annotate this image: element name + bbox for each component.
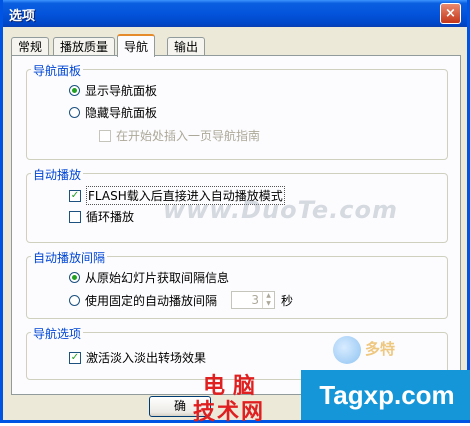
group-legend: 自动播放间隔	[31, 249, 108, 266]
radio-label: 隐藏导航面板	[85, 106, 158, 120]
stepper-value: 3	[251, 293, 260, 307]
radio-unselected-icon	[69, 294, 80, 306]
radio-show-nav-panel[interactable]: 显示导航面板	[69, 82, 157, 99]
group-autoplay-interval: 自动播放间隔 从原始幻灯片获取间隔信息 使用固定的自动播放间隔 3 ▲ ▼ 秒	[26, 249, 448, 319]
radio-hide-nav-panel[interactable]: 隐藏导航面板	[69, 104, 157, 121]
window-title: 选项	[9, 9, 36, 24]
radio-selected-icon	[69, 272, 80, 283]
duote-logo-text: 多特	[365, 340, 396, 358]
radio-selected-icon	[69, 85, 80, 96]
radio-interval-from-original[interactable]: 从原始幻灯片获取间隔信息	[69, 269, 229, 286]
radio-label: 从原始幻灯片获取间隔信息	[85, 271, 230, 285]
tab-output[interactable]: 输出	[167, 37, 206, 55]
group-legend: 导航面板	[31, 62, 84, 79]
close-icon: ×	[445, 6, 456, 21]
checkbox-checked-icon: ✓	[69, 351, 81, 364]
unit-label: 秒	[281, 293, 294, 308]
duote-watermark: www.DuoTe.com	[163, 196, 398, 224]
checkbox-label: 循环播放	[86, 210, 135, 224]
checkbox-checked-icon: ✓	[69, 189, 81, 202]
tab-general[interactable]: 常规	[11, 37, 50, 55]
interval-seconds-stepper[interactable]: 3 ▲ ▼	[231, 291, 276, 309]
options-dialog: 选项 × 常规 播放质量 导航 输出 导航面板 显示导航面板 隐藏导航面板 在开…	[0, 0, 470, 425]
checkbox-unchecked-icon	[69, 210, 81, 223]
tab-playback-quality[interactable]: 播放质量	[53, 37, 116, 55]
tab-navigation[interactable]: 导航	[117, 34, 156, 57]
title-bar[interactable]: 选项 ×	[3, 0, 467, 27]
radio-label: 显示导航面板	[85, 84, 158, 98]
checkbox-label: 激活淡入淡出转场效果	[86, 351, 207, 365]
group-legend: 导航选项	[31, 325, 84, 342]
radio-interval-fixed[interactable]: 使用固定的自动播放间隔 3 ▲ ▼ 秒	[69, 291, 293, 309]
stepper-down-icon[interactable]: ▼	[263, 300, 274, 308]
watermark-cn-line2: 技术网	[193, 400, 266, 425]
site-watermark: 电脑 技术网 Tagxp.com	[191, 366, 470, 425]
group-nav-panel: 导航面板 显示导航面板 隐藏导航面板 在开始处插入一页导航指南	[26, 62, 448, 160]
radio-unselected-icon	[69, 107, 80, 118]
checkbox-label: 在开始处插入一页导航指南	[116, 129, 261, 143]
radio-label: 使用固定的自动播放间隔	[85, 293, 218, 308]
checkbox-unchecked-icon	[99, 129, 111, 142]
group-legend: 自动播放	[31, 166, 84, 183]
duote-logo-icon	[333, 336, 361, 364]
close-button[interactable]: ×	[440, 3, 461, 24]
stepper-up-icon[interactable]: ▲	[263, 292, 274, 300]
checkbox-fade-transition[interactable]: ✓ 激活淡入淡出转场效果	[69, 349, 206, 366]
watermark-site: Tagxp.com	[301, 370, 470, 420]
checkbox-insert-nav-guide[interactable]: 在开始处插入一页导航指南	[99, 127, 260, 144]
stepper-arrows[interactable]: ▲ ▼	[262, 292, 274, 308]
checkbox-loop-playback[interactable]: 循环播放	[69, 208, 134, 225]
